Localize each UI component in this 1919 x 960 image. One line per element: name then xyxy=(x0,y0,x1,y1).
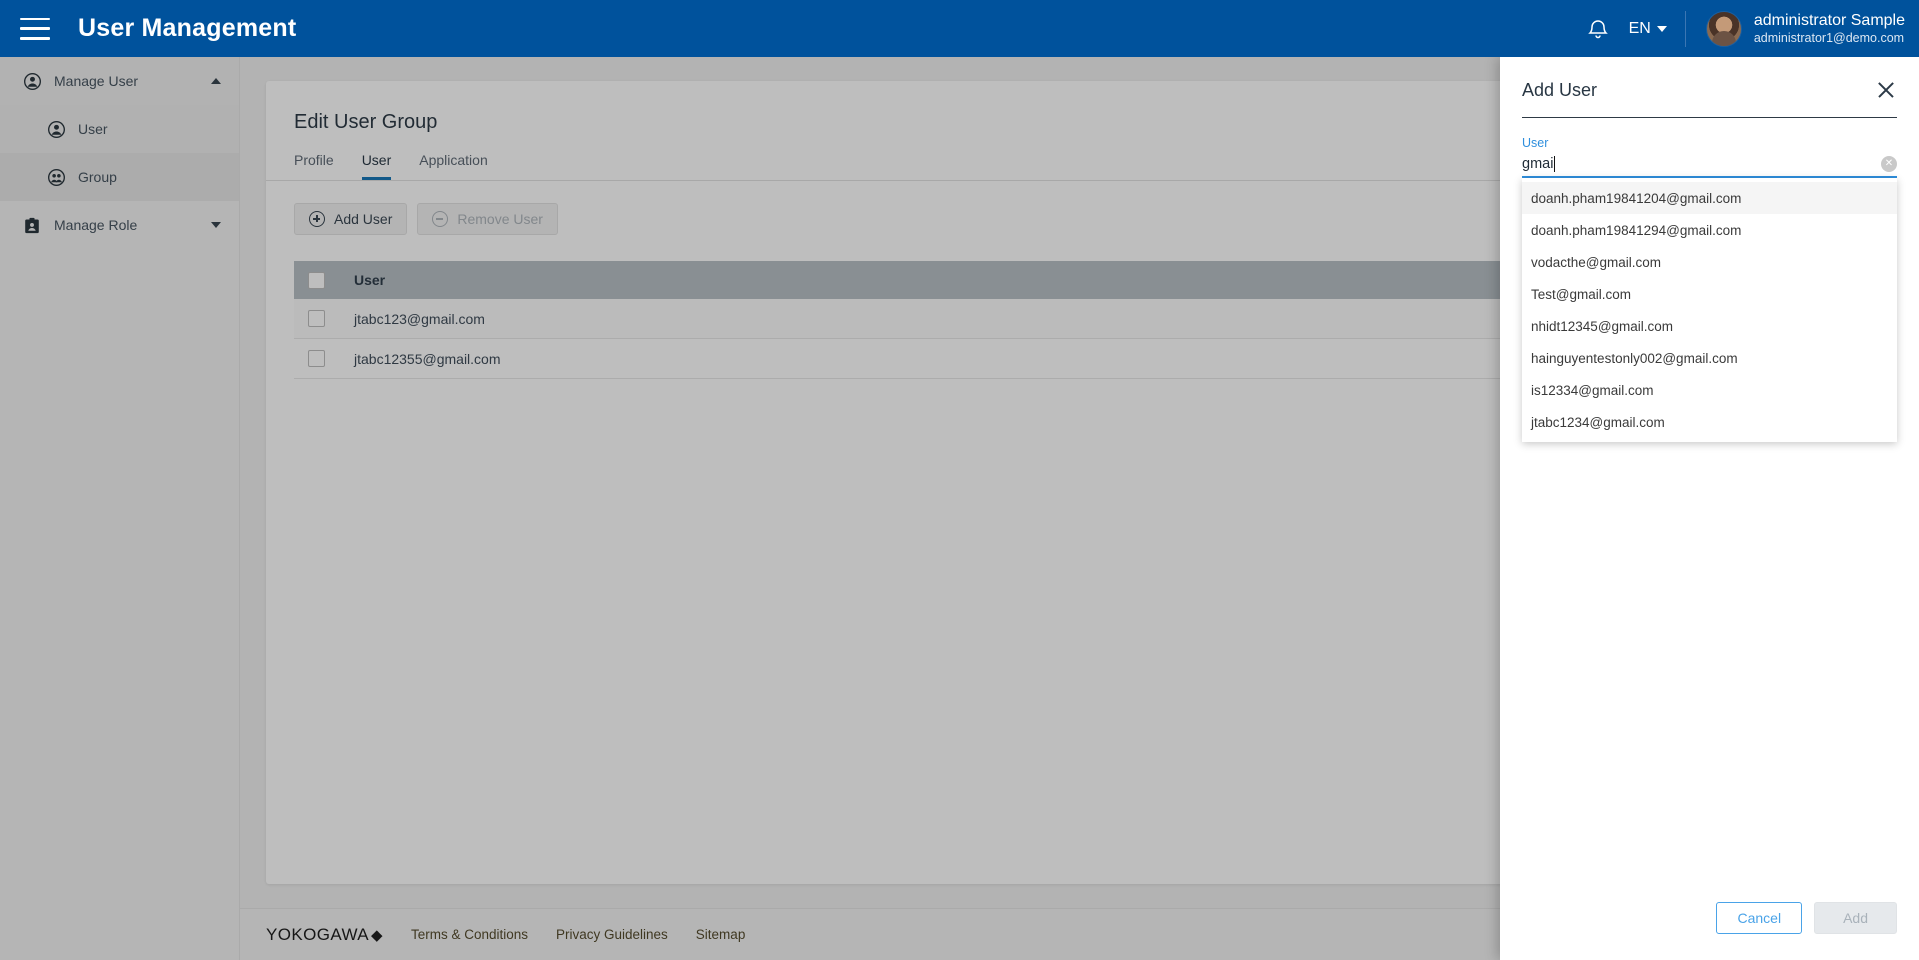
divider xyxy=(1684,10,1686,47)
bell-icon[interactable] xyxy=(1581,12,1615,46)
text-caret xyxy=(1554,156,1556,172)
top-bar: User Management EN administrator Sample … xyxy=(0,0,1919,57)
page-title: User Management xyxy=(78,14,297,42)
hamburger-icon[interactable] xyxy=(20,17,50,40)
app-root: User Management EN administrator Sample … xyxy=(0,0,1919,960)
drawer-footer: Cancel Add xyxy=(1500,902,1919,960)
user-field-label: User xyxy=(1522,136,1549,150)
user-field: User gmai ✕ xyxy=(1500,118,1919,178)
chevron-down-icon xyxy=(1656,25,1667,32)
suggestion-list-wrapper: doanh.pham19841204@gmail.com doanh.pham1… xyxy=(1500,178,1919,442)
drawer-header: Add User xyxy=(1522,57,1897,118)
search-input[interactable]: gmai xyxy=(1522,151,1553,177)
suggestion-item[interactable]: vodacthe@gmail.com xyxy=(1522,246,1897,278)
add-user-drawer: Add User User gmai ✕ doanh.pham19841204@… xyxy=(1500,57,1919,960)
user-email: administrator1@demo.com xyxy=(1753,30,1905,45)
close-icon[interactable] xyxy=(1875,79,1897,101)
top-bar-right: EN administrator Sample administrator1@d… xyxy=(1581,0,1919,57)
avatar[interactable] xyxy=(1705,10,1742,47)
suggestion-dropdown: doanh.pham19841204@gmail.com doanh.pham1… xyxy=(1522,178,1897,442)
clear-circle-icon[interactable]: ✕ xyxy=(1881,156,1897,172)
suggestion-item[interactable]: is12334@gmail.com xyxy=(1522,374,1897,406)
suggestion-item[interactable]: Test@gmail.com xyxy=(1522,278,1897,310)
user-input-row[interactable]: gmai ✕ xyxy=(1522,152,1897,178)
language-selector[interactable]: EN xyxy=(1629,20,1667,38)
suggestion-item[interactable]: jtabc1234@gmail.com xyxy=(1522,406,1897,438)
add-button[interactable]: Add xyxy=(1814,902,1897,934)
suggestion-item[interactable]: nhidt12345@gmail.com xyxy=(1522,310,1897,342)
suggestion-item[interactable]: doanh.pham19841204@gmail.com xyxy=(1522,182,1897,214)
user-name: administrator Sample xyxy=(1753,11,1905,29)
drawer-title: Add User xyxy=(1522,79,1598,100)
language-label: EN xyxy=(1628,19,1651,37)
suggestion-item[interactable]: doanh.pham19841294@gmail.com xyxy=(1522,214,1897,246)
suggestion-item[interactable]: hainguyentestonly002@gmail.com xyxy=(1522,342,1897,374)
user-info[interactable]: administrator Sample administrator1@demo… xyxy=(1754,11,1905,47)
cancel-button[interactable]: Cancel xyxy=(1716,902,1803,934)
